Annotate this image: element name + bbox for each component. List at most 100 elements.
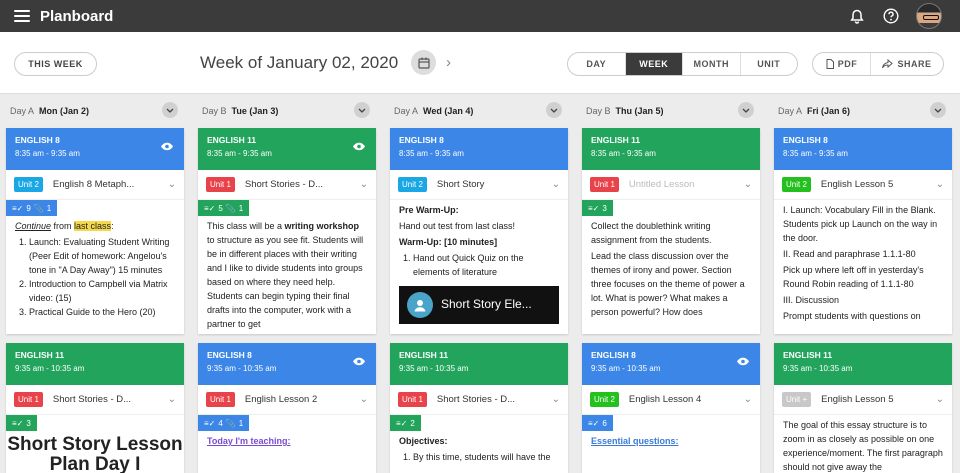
chevron-down-icon[interactable] [930,102,946,118]
card-header[interactable]: ENGLISH 11 9:35 am - 10:35 am [774,343,952,385]
eye-icon[interactable] [736,357,750,369]
lesson-selector[interactable]: Unit 2 Short Story ⌄ [390,170,568,200]
bell-icon[interactable] [848,7,866,25]
stats-tab[interactable]: ≡✓ 5 📎 1 [198,200,250,216]
chevron-down-icon[interactable] [162,102,178,118]
calendar-button[interactable] [411,50,436,75]
plus-icon: + [802,395,808,404]
lesson-selector[interactable]: Unit 2 English 8 Metaph... ⌄ [6,170,184,200]
lesson-card[interactable]: ENGLISH 11 9:35 am - 10:35 am Unit 1 Sho… [390,343,568,473]
card-header[interactable]: ENGLISH 11 8:35 am - 9:35 am [198,128,376,170]
lesson-selector[interactable]: Unit 1 Short Stories - D... ⌄ [390,385,568,415]
chevron-down-icon[interactable]: ⌄ [168,179,176,190]
stats-tab[interactable]: ≡✓ 3 [582,200,613,216]
eye-icon[interactable] [352,357,366,369]
chevron-down-icon[interactable]: ⌄ [936,394,944,405]
stats-tab[interactable]: ≡✓ 6 [582,415,613,431]
unit-badge: Unit 1 [398,392,427,407]
chevron-down-icon[interactable]: ⌄ [744,394,752,405]
class-name: ENGLISH 11 [207,135,257,145]
chevron-down-icon[interactable] [354,102,370,118]
lesson-card[interactable]: ENGLISH 8 8:35 am - 9:35 am Unit 2 Engli… [774,128,952,334]
view-month-tab[interactable]: MONTH [682,53,740,75]
lesson-card[interactable]: ENGLISH 11 9:35 am - 10:35 am Unit 1 Sho… [6,343,184,473]
lesson-card[interactable]: ENGLISH 8 8:35 am - 9:35 am Unit 2 Engli… [6,128,184,334]
class-time: 9:35 am - 10:35 am [399,364,469,373]
card-header[interactable]: ENGLISH 8 9:35 am - 10:35 am [582,343,760,385]
chevron-down-icon[interactable] [738,102,754,118]
view-week-tab[interactable]: WEEK [624,53,682,75]
card-header[interactable]: ENGLISH 8 9:35 am - 10:35 am [198,343,376,385]
chevron-right-icon[interactable]: › [446,54,451,71]
list-item: Hand out Quick Quiz on the elements of l… [413,252,559,280]
chevron-down-icon[interactable]: ⌄ [744,179,752,190]
lesson-card[interactable]: ENGLISH 11 9:35 am - 10:35 am Unit + Eng… [774,343,952,473]
lesson-notes: Collect the doublethink writing assignme… [582,216,760,326]
lesson-card[interactable]: ENGLISH 11 8:35 am - 9:35 am Unit 1 Unti… [582,128,760,334]
lesson-selector[interactable]: Unit + English Lesson 5 ⌄ [774,385,952,415]
avatar[interactable] [916,3,942,29]
lesson-card[interactable]: ENGLISH 8 9:35 am - 10:35 am Unit 1 Engl… [198,343,376,473]
card-header[interactable]: ENGLISH 11 8:35 am - 9:35 am [582,128,760,170]
check-count: 5 [218,203,223,213]
view-switcher: DAY WEEK MONTH UNIT [567,52,798,76]
week-toolbar: THIS WEEK Week of January 02, 2020 › DAY… [0,32,960,94]
card-header[interactable]: ENGLISH 11 9:35 am - 10:35 am [6,343,184,385]
view-unit-tab[interactable]: UNIT [739,53,798,75]
day-name: Fri (Jan 6) [807,106,851,116]
share-button[interactable]: SHARE [871,53,943,75]
chevron-down-icon[interactable]: ⌄ [552,179,560,190]
lesson-notes: I. Launch: Vocabulary Fill in the Blank.… [774,200,952,330]
lesson-notes: This class will be a writing workshop to… [198,216,376,334]
share-label: SHARE [897,59,932,69]
menu-icon[interactable] [14,10,30,22]
day-letter: Day A [394,106,419,116]
unit-label: Unit [786,395,801,404]
notes-link[interactable]: Essential questions: [591,436,679,446]
card-header[interactable]: ENGLISH 11 9:35 am - 10:35 am [390,343,568,385]
pdf-button[interactable]: PDF [813,53,871,75]
notes-heading: Objectives: [399,436,448,446]
stats-tab[interactable]: ≡✓ 3 [6,415,37,431]
lesson-selector[interactable]: Unit 1 Short Stories - D... ⌄ [198,170,376,200]
chevron-down-icon[interactable]: ⌄ [360,179,368,190]
help-icon[interactable] [882,7,900,25]
highlighted-text: last class [74,221,112,231]
chevron-down-icon[interactable]: ⌄ [552,394,560,405]
lesson-title: Short Stories - D... [244,179,324,190]
notes-text: I. Launch: Vocabulary Fill in the Blank.… [783,205,938,243]
chevron-down-icon[interactable]: ⌄ [936,179,944,190]
unit-badge[interactable]: Unit + [782,392,812,407]
chevron-down-icon[interactable]: ⌄ [168,394,176,405]
lesson-selector[interactable]: Unit 1 Untitled Lesson ⌄ [582,170,760,200]
lesson-card[interactable]: ENGLISH 11 8:35 am - 9:35 am Unit 1 Shor… [198,128,376,334]
stats-tab[interactable]: ≡✓ 2 [390,415,421,431]
video-thumbnail[interactable]: Short Story Ele... [399,285,559,324]
card-header[interactable]: ENGLISH 8 8:35 am - 9:35 am [390,128,568,170]
chevron-down-icon[interactable] [546,102,562,118]
eye-icon[interactable] [160,142,174,154]
lesson-card[interactable]: ENGLISH 8 8:35 am - 9:35 am Unit 2 Short… [390,128,568,334]
this-week-button[interactable]: THIS WEEK [14,52,97,76]
card-header[interactable]: ENGLISH 8 8:35 am - 9:35 am [6,128,184,170]
lesson-selector[interactable]: Unit 1 English Lesson 2 ⌄ [198,385,376,415]
lesson-selector[interactable]: Unit 2 English Lesson 5 ⌄ [774,170,952,200]
checklist-icon: ≡✓ [12,203,24,213]
view-day-tab[interactable]: DAY [568,53,625,75]
chevron-down-icon[interactable]: ⌄ [360,394,368,405]
notes-heading: Warm-Up: [10 minutes] [399,236,498,247]
lesson-notes: Objectives: By this time, students will … [390,431,568,469]
checklist-icon: ≡✓ [588,203,600,213]
stats-tab[interactable]: ≡✓ 9 📎 1 [6,200,58,216]
day-letter: Day A [10,106,35,116]
lesson-card[interactable]: ENGLISH 8 9:35 am - 10:35 am Unit 2 Engl… [582,343,760,473]
lesson-selector[interactable]: Unit 1 Short Stories - D... ⌄ [6,385,184,415]
eye-icon[interactable] [352,142,366,154]
stats-tab[interactable]: ≡✓ 4 📎 1 [198,415,250,431]
lesson-selector[interactable]: Unit 2 English Lesson 4 ⌄ [582,385,760,415]
notes-link[interactable]: Today I'm teaching: [207,436,290,446]
day-header-fri: Day A Fri (Jan 6) [778,102,946,120]
day-name: Mon (Jan 2) [39,106,90,116]
card-header[interactable]: ENGLISH 8 8:35 am - 9:35 am [774,128,952,170]
class-time: 9:35 am - 10:35 am [207,364,277,373]
